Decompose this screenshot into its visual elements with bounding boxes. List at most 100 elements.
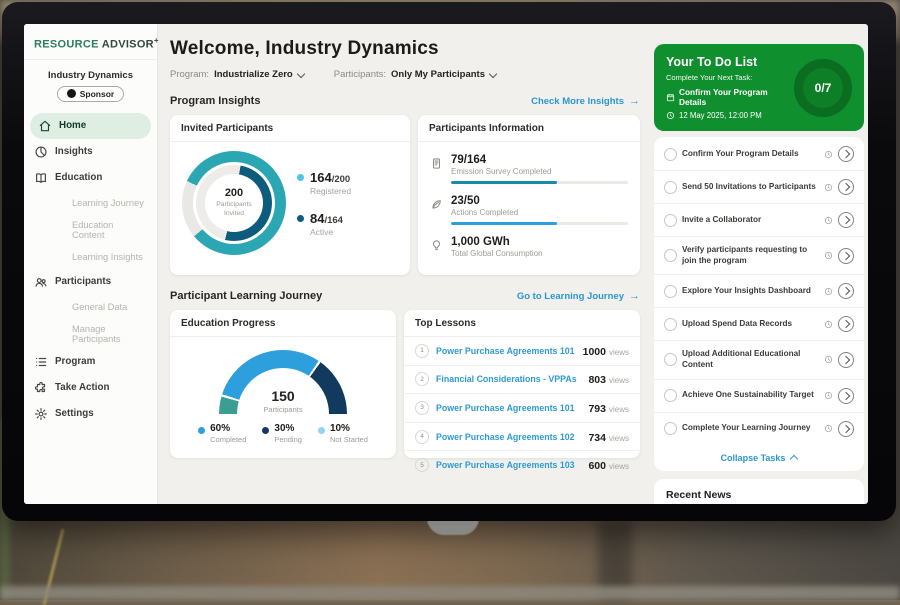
learning-journey-header: Participant Learning Journey Go to Learn… [170, 290, 640, 302]
task-row[interactable]: Send 50 Invitations to Participants [654, 171, 864, 204]
main-content: Welcome, Industry Dynamics Program: Indu… [170, 38, 640, 458]
task-row[interactable]: Invite a Collaborator [654, 204, 864, 237]
lesson-rank-badge: 1 [415, 344, 429, 358]
task-chevron-button[interactable] [838, 248, 854, 264]
task-chevron-button[interactable] [838, 283, 854, 299]
sidebar-item[interactable]: Learning Journey [24, 191, 157, 215]
task-row[interactable]: Upload Spend Data Records [654, 308, 864, 341]
sidebar-item[interactable]: Take Action [24, 375, 157, 401]
task-checkbox[interactable] [664, 181, 677, 194]
clock-icon [824, 391, 833, 400]
sidebar-item[interactable]: Program [24, 349, 157, 375]
task-label: Explore Your Insights Dashboard [682, 286, 819, 297]
todo-task-list: Confirm Your Program Details Send 50 Inv… [654, 138, 864, 445]
task-chevron-button[interactable] [838, 316, 854, 332]
check-more-insights-link[interactable]: Check More Insights → [531, 95, 640, 107]
sidebar-item-label: Education [55, 172, 102, 183]
stat-label: Total Global Consumption [451, 249, 628, 258]
participants-information-card: Participants Information 79/164 Emission… [418, 115, 640, 275]
task-chevron-button[interactable] [838, 212, 854, 228]
sidebar-item[interactable]: Manage Participants [24, 319, 157, 349]
program-filter-dropdown[interactable]: Program: Industrialize Zero [170, 69, 304, 80]
sidebar-item[interactable]: General Data [24, 295, 157, 319]
task-label: Confirm Your Program Details [682, 149, 819, 160]
task-chevron-button[interactable] [838, 352, 854, 368]
clock-icon [824, 424, 833, 433]
task-row[interactable]: Complete Your Learning Journey [654, 413, 864, 445]
program-filter-value: Industrialize Zero [214, 69, 293, 80]
task-checkbox[interactable] [664, 422, 677, 435]
legend-dot [198, 427, 205, 434]
sponsor-badge: Sponsor [57, 86, 124, 102]
task-chevron-button[interactable] [838, 388, 854, 404]
legend-dot [318, 427, 325, 434]
task-checkbox[interactable] [664, 353, 677, 366]
lesson-link[interactable]: Power Purchase Agreements 102 [436, 432, 581, 442]
sidebar-item[interactable]: Learning Insights [24, 245, 157, 269]
sidebar-item[interactable]: Home [30, 113, 151, 139]
legend-label: Pending [274, 435, 302, 444]
task-checkbox[interactable] [664, 148, 677, 161]
lesson-link[interactable]: Power Purchase Agreements 101 [436, 403, 581, 413]
sidebar-item-label: Learning Insights [72, 252, 143, 262]
logo-plus: + [154, 36, 159, 45]
sidebar-item-label: General Data [72, 302, 127, 312]
monitor-bezel: RESOURCE ADVISOR+ Industry Dynamics Spon… [2, 2, 896, 521]
task-row[interactable]: Confirm Your Program Details [654, 138, 864, 171]
task-chevron-button[interactable] [838, 179, 854, 195]
app-window: RESOURCE ADVISOR+ Industry Dynamics Spon… [24, 24, 868, 504]
task-checkbox[interactable] [664, 214, 677, 227]
task-chevron-button[interactable] [838, 421, 854, 437]
collapse-tasks-link[interactable]: Collapse Tasks [654, 445, 864, 468]
gauge-center-value: 150 [219, 388, 347, 404]
task-checkbox[interactable] [664, 389, 677, 402]
sponsor-label: Sponsor [80, 89, 114, 99]
chevron-down-icon [489, 69, 497, 77]
chevron-right-icon [842, 251, 850, 259]
stat-value: 79/164 [451, 154, 628, 166]
filters-bar: Program: Industrialize Zero Participants… [170, 69, 640, 80]
org-name: Industry Dynamics [24, 70, 157, 81]
learning-cards-row: Education Progress 150 Participants [170, 310, 640, 458]
program-filter-label: Program: [170, 69, 209, 80]
lesson-link[interactable]: Financial Considerations - VPPAs [436, 374, 581, 384]
survey-icon [430, 157, 443, 170]
legend-dot [262, 427, 269, 434]
task-label: Verify participants requesting to join t… [682, 245, 819, 266]
stat-row: 79/164 Emission Survey Completed [430, 148, 628, 189]
task-checkbox[interactable] [664, 318, 677, 331]
invited-participants-card: Invited Participants 200 Participants In… [170, 115, 410, 275]
participants-icon [34, 275, 48, 289]
task-row[interactable]: Verify participants requesting to join t… [654, 237, 864, 275]
task-chevron-button[interactable] [838, 146, 854, 162]
legend-item: 84/164 Active [297, 211, 351, 237]
lesson-link[interactable]: Power Purchase Agreements 103 [436, 460, 581, 470]
sidebar: RESOURCE ADVISOR+ Industry Dynamics Spon… [24, 24, 158, 504]
task-row[interactable]: Upload Additional Educational Content [654, 341, 864, 379]
chevron-right-icon [842, 183, 850, 191]
lesson-link[interactable]: Power Purchase Agreements 101 [436, 346, 576, 356]
app-logo: RESOURCE ADVISOR+ [24, 32, 157, 60]
go-to-learning-journey-link[interactable]: Go to Learning Journey → [517, 290, 640, 302]
sidebar-item[interactable]: Participants [24, 269, 157, 295]
sidebar-item[interactable]: Education Content [24, 215, 157, 245]
lesson-views-count: 734 [588, 432, 606, 444]
legend-item: 164/200 Registered [297, 170, 351, 196]
stat-row: 23/50 Actions Completed [430, 189, 628, 230]
participants-filter-dropdown[interactable]: Participants: Only My Participants [334, 69, 496, 80]
task-label: Achieve One Sustainability Target [682, 390, 819, 401]
lesson-rank-badge: 5 [415, 458, 429, 472]
legend-dot [297, 174, 304, 181]
task-checkbox[interactable] [664, 285, 677, 298]
top-lessons-list: 1 Power Purchase Agreements 101 1000view… [404, 337, 640, 479]
legend-item: 10% Not Started [318, 423, 368, 444]
chevron-right-icon [842, 287, 850, 295]
task-checkbox[interactable] [664, 249, 677, 262]
sidebar-item[interactable]: Insights [24, 139, 157, 165]
task-row[interactable]: Achieve One Sustainability Target [654, 380, 864, 413]
sidebar-item[interactable]: Education [24, 165, 157, 191]
logo-secondary: ADVISOR [102, 39, 154, 51]
insights-cards-row: Invited Participants 200 Participants In… [170, 115, 640, 275]
sidebar-item[interactable]: Settings [24, 401, 157, 427]
task-row[interactable]: Explore Your Insights Dashboard [654, 275, 864, 308]
